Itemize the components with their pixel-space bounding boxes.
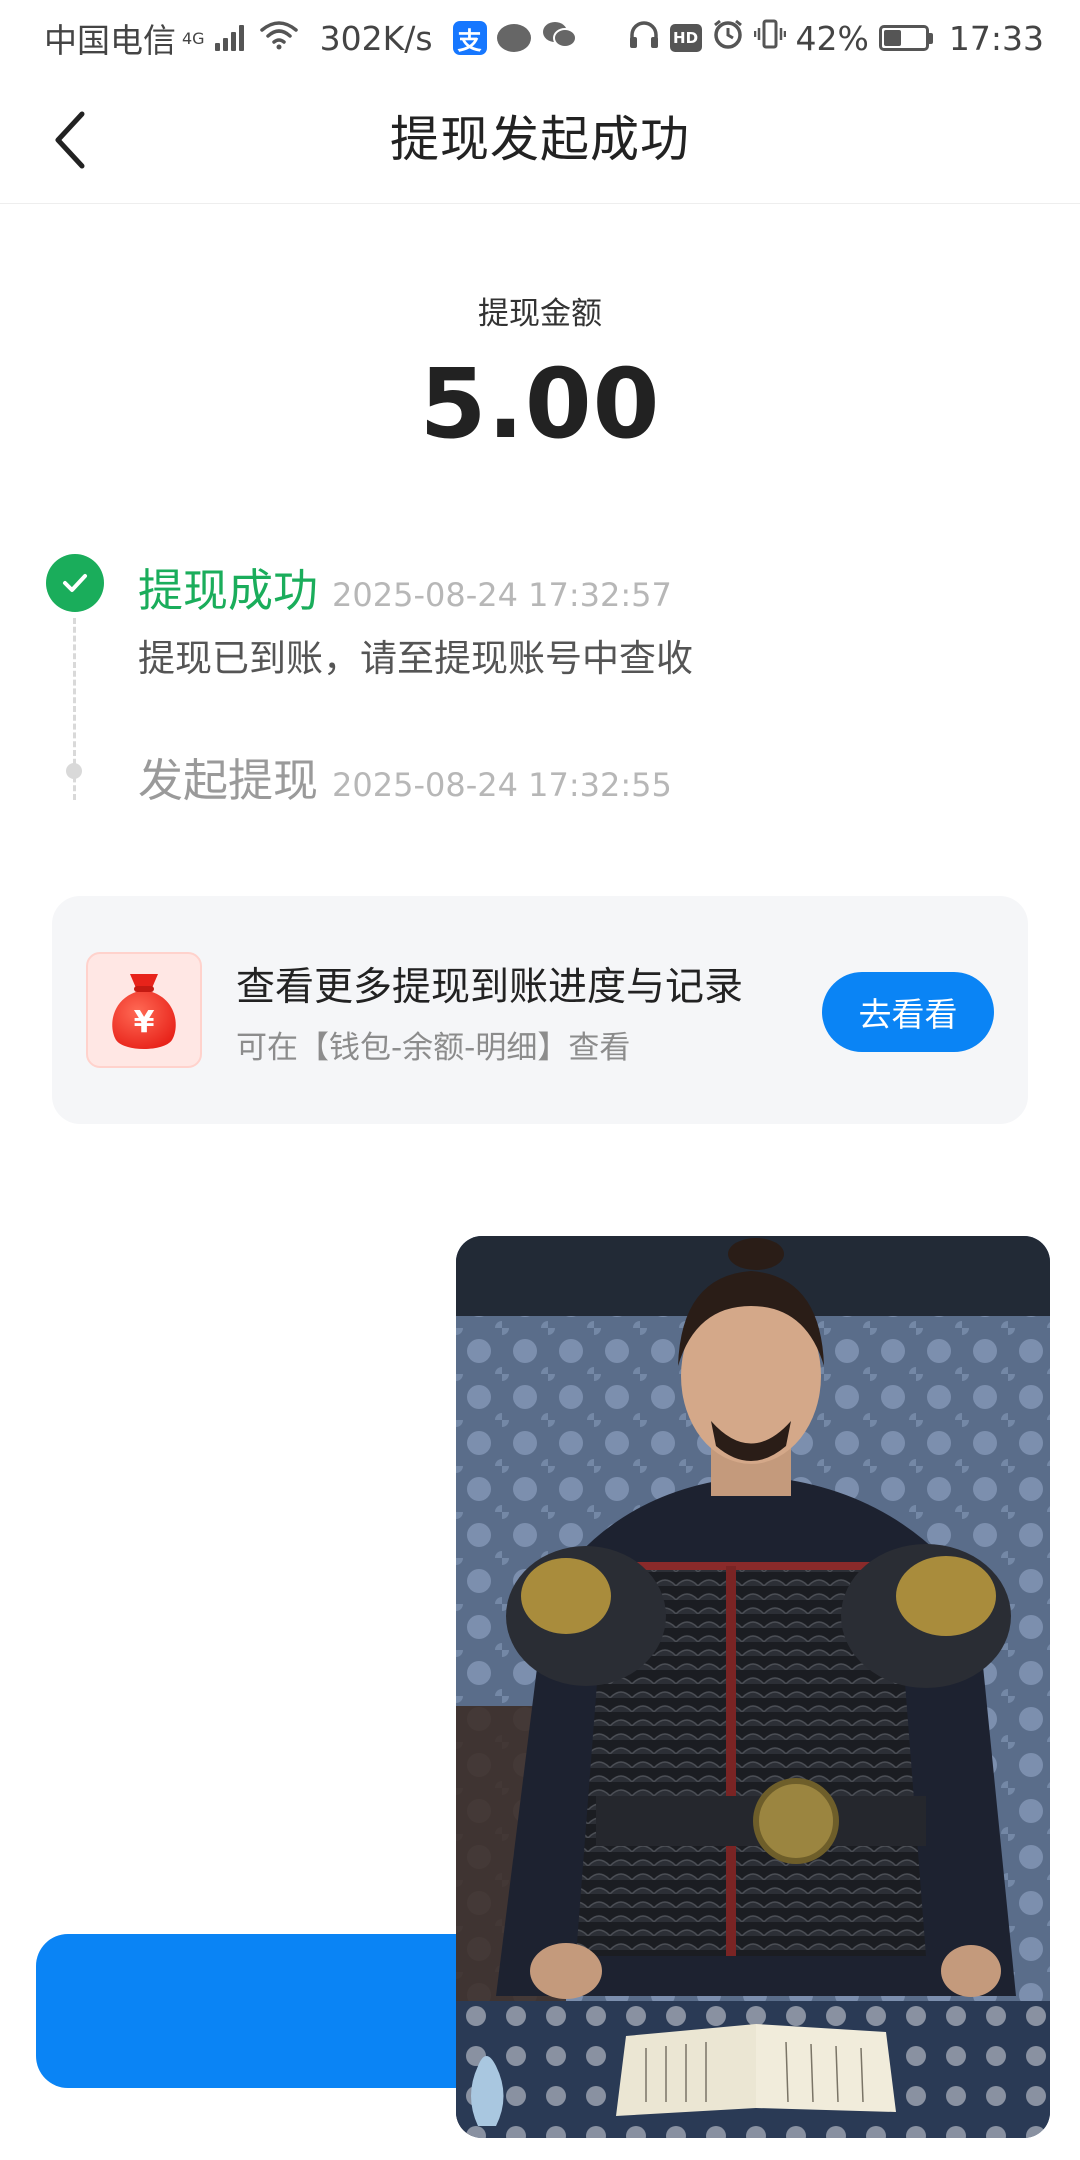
hd-icon: HD <box>669 24 702 52</box>
step-title: 提现成功 <box>138 564 319 617</box>
carrier-name: 中国电信 <box>44 21 176 60</box>
promo-title: 查看更多提现到账进度与记录 <box>236 965 744 1010</box>
network-type: 4G <box>182 28 205 48</box>
step-time: 2025-08-24 17:32:55 <box>332 766 672 804</box>
network-speed: 302K/s <box>319 18 433 58</box>
status-bar-left: 中国电信 4G 302K/s 支 <box>44 14 577 62</box>
page-title: 提现发起成功 <box>389 111 690 168</box>
battery-icon <box>878 25 933 51</box>
records-promo-card: ¥ 查看更多提现到账进度与记录 可在【钱包-余额-明细】查看 去看看 <box>52 896 1028 1124</box>
screen: 中国电信 4G 302K/s 支 HD 42% 17:33 提现发起成功 提现金… <box>0 0 1080 2160</box>
svg-text:¥: ¥ <box>134 1005 155 1040</box>
promo-subtitle: 可在【钱包-余额-明细】查看 <box>236 1030 631 1066</box>
check-circle-icon <box>46 554 104 612</box>
timeline-dot <box>66 763 82 779</box>
status-bar-right: HD 42% 17:33 <box>628 18 1044 58</box>
clock: 17:33 <box>948 18 1044 58</box>
floating-video-window[interactable] <box>456 1236 1050 2138</box>
vibrate-icon <box>753 18 786 58</box>
back-button[interactable] <box>30 98 110 182</box>
signal-icon <box>214 25 244 51</box>
progress-timeline: 提现成功 2025-08-24 17:32:57 提现已到账，请至提现账号中查收… <box>0 540 1080 820</box>
timeline-step-initiated: 发起提现 2025-08-24 17:32:55 <box>138 744 672 809</box>
chevron-left-icon <box>55 111 85 169</box>
step-title: 发起提现 <box>138 754 319 807</box>
video-frame-image <box>456 1236 1050 2138</box>
amount-label: 提现金额 <box>478 296 602 332</box>
battery-percent: 42% <box>795 18 869 58</box>
money-bag-icon: ¥ <box>86 952 202 1068</box>
wifi-icon <box>259 19 298 58</box>
headphones-icon <box>628 19 660 58</box>
status-bar: 中国电信 4G 302K/s 支 HD 42% 17:33 <box>0 0 1080 76</box>
alarm-icon <box>712 18 744 58</box>
nav-bar: 提现发起成功 <box>0 76 1080 204</box>
timeline-step-success: 提现成功 2025-08-24 17:32:57 <box>138 554 672 619</box>
step-description: 提现已到账，请至提现账号中查收 <box>138 637 693 680</box>
amount-value: 5.00 <box>419 348 661 460</box>
view-records-button[interactable]: 去看看 <box>822 972 994 1052</box>
message-icon <box>496 24 531 52</box>
alipay-icon: 支 <box>452 21 487 55</box>
step-time: 2025-08-24 17:32:57 <box>332 576 672 614</box>
wechat-icon <box>541 19 577 58</box>
